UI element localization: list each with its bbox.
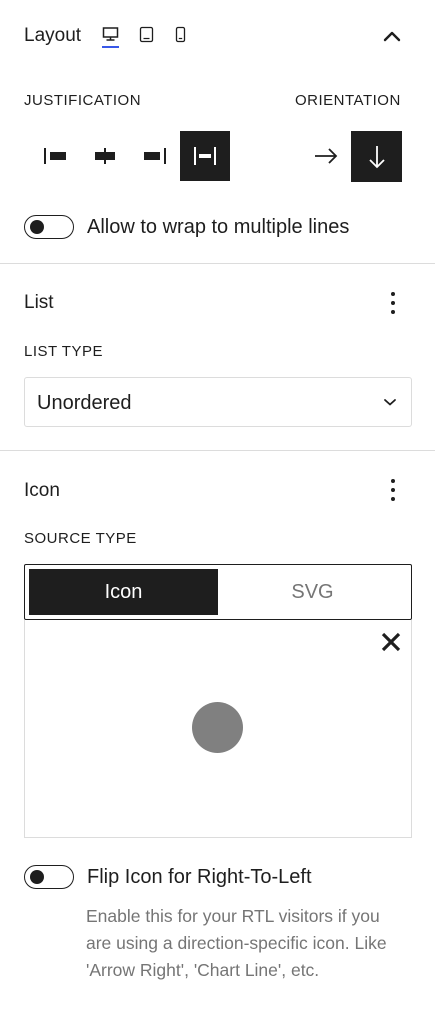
close-icon[interactable] bbox=[380, 631, 402, 653]
source-type-icon-button[interactable]: Icon bbox=[29, 569, 218, 615]
icon-preview-area[interactable] bbox=[24, 620, 412, 838]
justify-center-icon bbox=[95, 148, 115, 164]
icon-panel-title: Icon bbox=[24, 480, 60, 501]
justify-space-between-button[interactable] bbox=[180, 131, 230, 181]
mobile-icon[interactable] bbox=[175, 26, 186, 46]
justify-left-button[interactable] bbox=[34, 132, 76, 180]
orientation-vertical-button[interactable] bbox=[351, 131, 402, 182]
justify-right-button[interactable] bbox=[134, 132, 176, 180]
arrow-down-icon bbox=[368, 145, 385, 168]
wrap-toggle[interactable] bbox=[24, 215, 74, 239]
active-device-indicator bbox=[102, 46, 119, 48]
orientation-horizontal-button[interactable] bbox=[304, 131, 348, 181]
source-type-toggle-group: Icon SVG bbox=[24, 564, 412, 620]
source-type-label: SOURCE TYPE bbox=[24, 530, 137, 547]
toggle-knob bbox=[30, 220, 44, 234]
justify-left-icon bbox=[44, 148, 66, 164]
layout-panel-title: Layout bbox=[24, 25, 82, 46]
justify-center-button[interactable] bbox=[84, 132, 126, 180]
toggle-knob bbox=[30, 870, 44, 884]
wrap-toggle-label: Allow to wrap to multiple lines bbox=[87, 216, 350, 238]
arrow-right-icon bbox=[315, 148, 338, 164]
orientation-label: ORIENTATION bbox=[295, 92, 401, 109]
flip-rtl-toggle[interactable] bbox=[24, 865, 74, 889]
desktop-icon[interactable] bbox=[102, 26, 119, 48]
section-divider bbox=[0, 263, 435, 264]
list-panel-title: List bbox=[24, 292, 54, 313]
flip-rtl-toggle-label: Flip Icon for Right-To-Left bbox=[87, 866, 312, 888]
source-type-svg-button[interactable]: SVG bbox=[218, 569, 407, 615]
section-divider bbox=[0, 450, 435, 451]
icon-preview-placeholder bbox=[192, 702, 243, 753]
chevron-up-icon[interactable] bbox=[380, 26, 404, 46]
list-type-label: LIST TYPE bbox=[24, 343, 103, 360]
list-type-value: Unordered bbox=[37, 392, 132, 414]
justify-space-between-icon bbox=[194, 147, 216, 165]
tablet-icon[interactable] bbox=[139, 26, 154, 46]
list-type-select[interactable]: Unordered bbox=[24, 377, 412, 427]
chevron-down-icon bbox=[384, 399, 396, 406]
justify-right-icon bbox=[144, 148, 166, 164]
flip-rtl-help-text: Enable this for your RTL visitors if you… bbox=[86, 906, 387, 980]
more-vertical-icon[interactable] bbox=[384, 477, 402, 503]
justification-label: JUSTIFICATION bbox=[24, 92, 142, 109]
more-vertical-icon[interactable] bbox=[384, 290, 402, 316]
